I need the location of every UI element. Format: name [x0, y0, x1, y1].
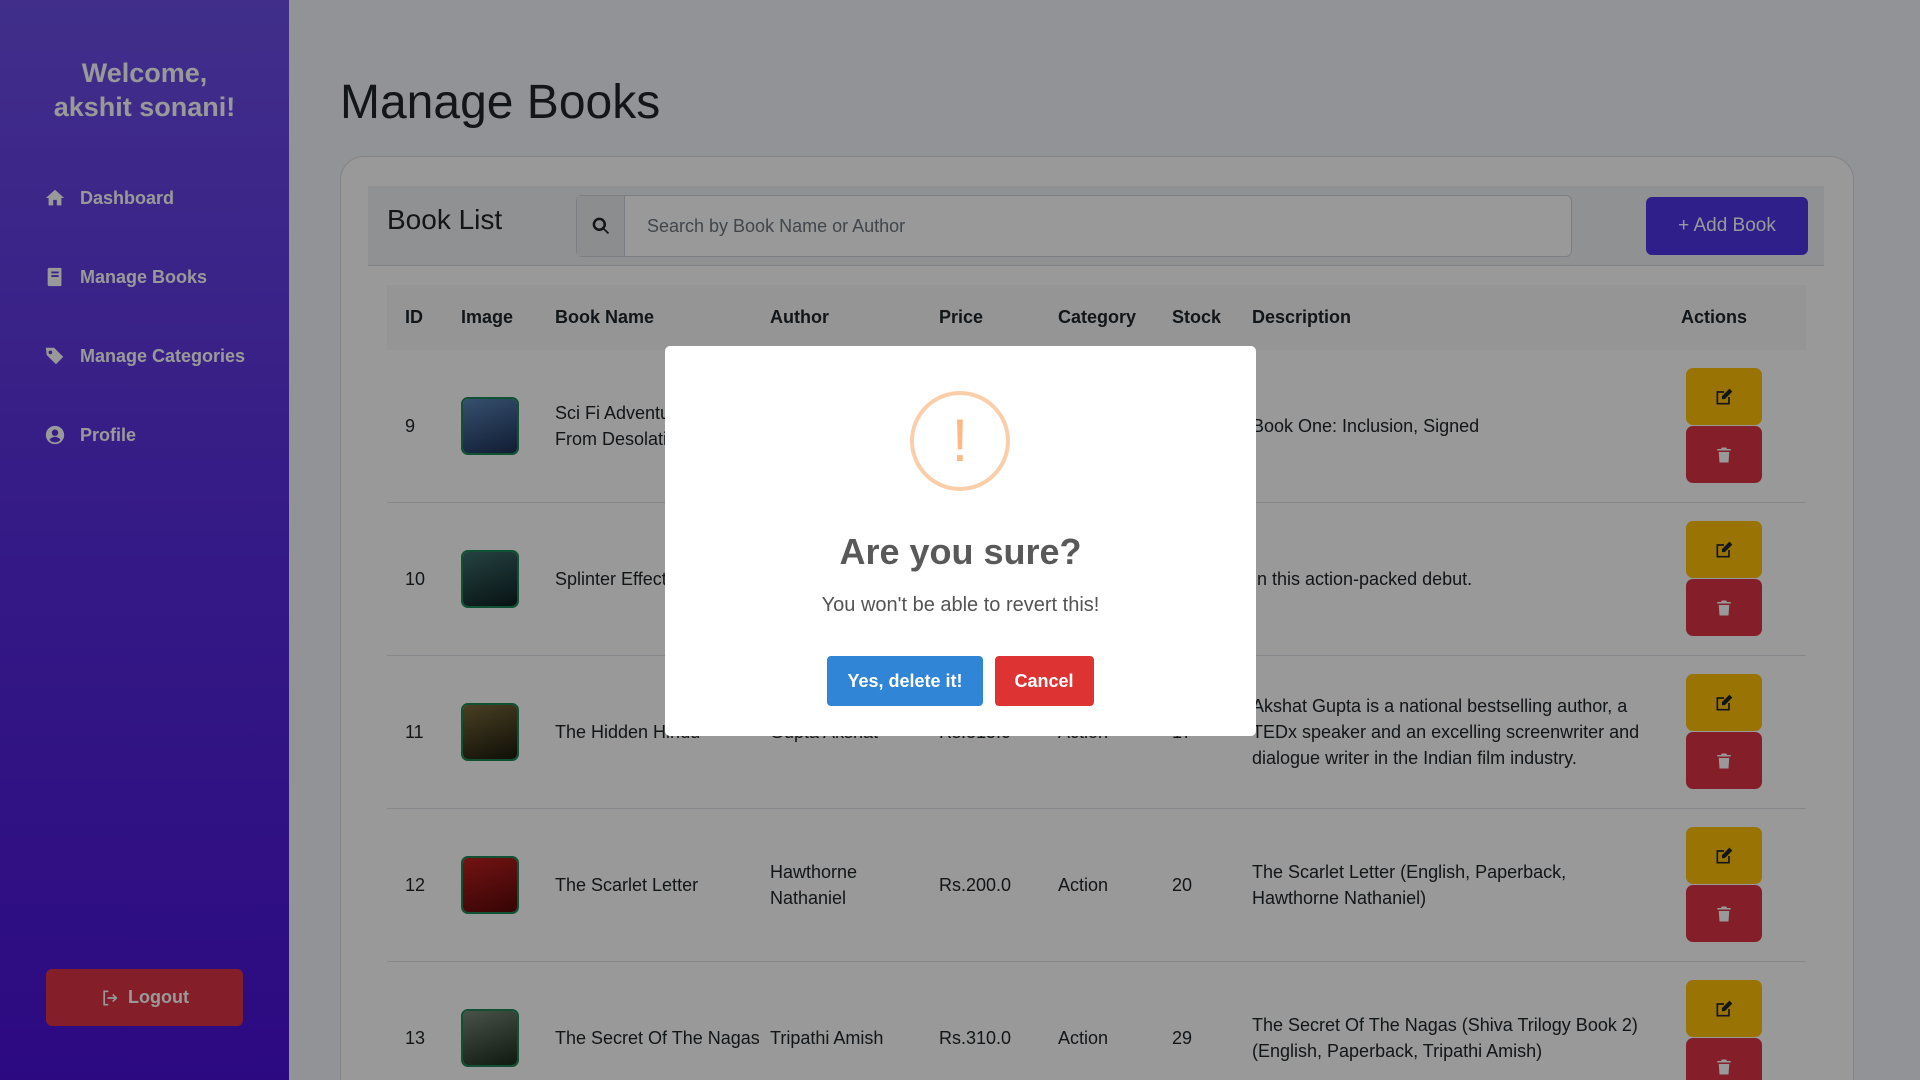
cancel-button[interactable]: Cancel	[994, 656, 1094, 706]
dialog-title: Are you sure?	[839, 531, 1082, 572]
warning-icon: !	[910, 391, 1010, 491]
dialog-message: You won't be able to revert this!	[821, 594, 1100, 616]
dialog-actions: Yes, delete it! Cancel	[665, 656, 1256, 706]
confirm-delete-button[interactable]: Yes, delete it!	[827, 656, 983, 706]
confirm-delete-dialog: ! Are you sure? You won't be able to rev…	[665, 346, 1256, 736]
